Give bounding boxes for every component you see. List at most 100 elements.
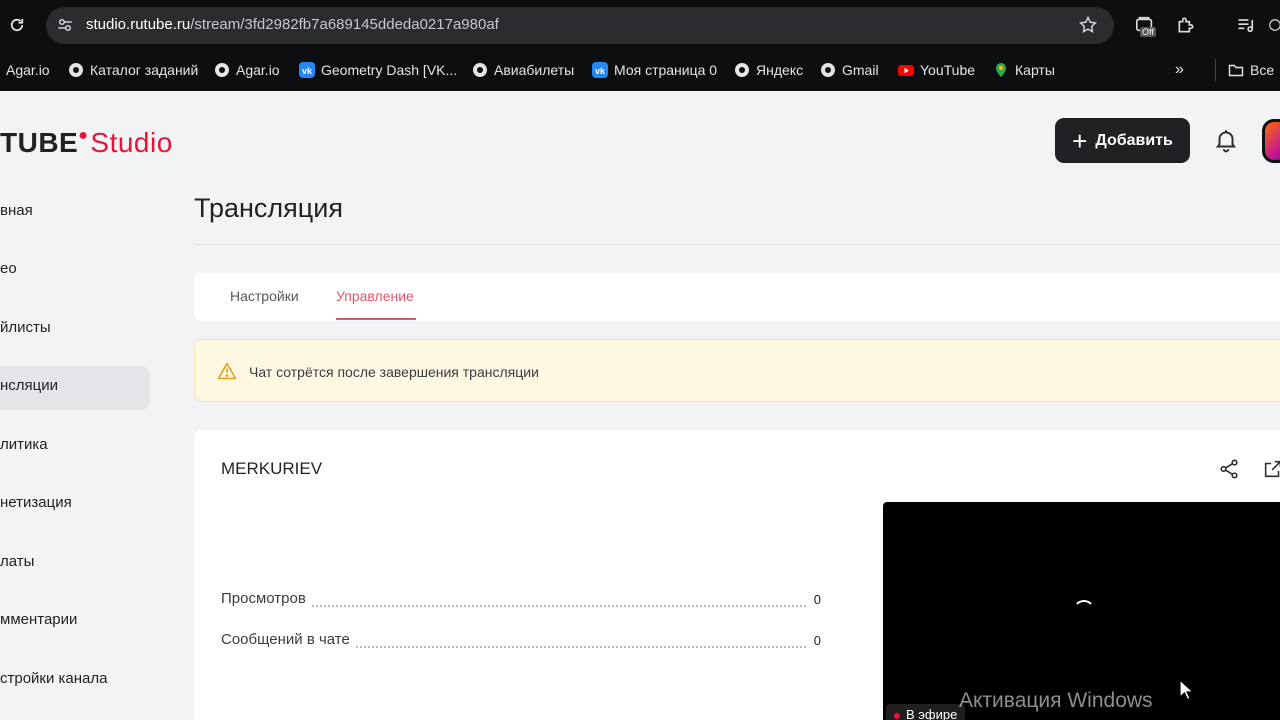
bookmark-label: Agar.io bbox=[236, 62, 280, 78]
globe-icon bbox=[69, 63, 83, 77]
logo-studio: Studio bbox=[90, 127, 173, 158]
open-external-icon[interactable] bbox=[1262, 458, 1280, 480]
sidebar-item-main[interactable]: вная bbox=[0, 191, 150, 235]
folder-icon bbox=[1228, 64, 1244, 77]
bookmark-label: Каталог заданий bbox=[90, 62, 199, 78]
profile-icon[interactable] bbox=[1268, 15, 1280, 35]
sidebar-item-streams[interactable]: нсляции bbox=[0, 366, 150, 410]
dotted-leader bbox=[221, 605, 821, 607]
live-badge: В эфире bbox=[886, 704, 966, 720]
stream-card: MERKURIEV Просмотров 0 Сообщений в чате … bbox=[194, 430, 1280, 720]
bookmark-geometry-dash[interactable]: vk Geometry Dash [VK... bbox=[299, 59, 457, 81]
windows-activation-watermark: Активация Windows bbox=[959, 689, 1153, 712]
page-title: Трансляция bbox=[194, 193, 343, 223]
rutube-studio-logo[interactable]: TUBE●Studio bbox=[0, 127, 173, 159]
warning-icon bbox=[217, 362, 237, 380]
bookmark-label: YouTube bbox=[920, 62, 976, 78]
sidebar-item-video[interactable]: ео bbox=[0, 249, 150, 293]
youtube-icon bbox=[898, 65, 914, 76]
video-player[interactable]: В эфире Активация Windows bbox=[883, 502, 1280, 720]
notifications-bell-icon[interactable] bbox=[1213, 127, 1239, 153]
sidebar-item-playlists[interactable]: йлисты bbox=[0, 308, 150, 352]
bookmark-label: Gmail bbox=[842, 62, 879, 78]
chat-warning-alert: Чат сотрётся после завершения трансляции bbox=[194, 339, 1280, 402]
alert-text: Чат сотрётся после завершения трансляции bbox=[249, 364, 539, 380]
media-control-icon[interactable] bbox=[1236, 15, 1256, 35]
reload-icon[interactable] bbox=[8, 16, 26, 34]
bookmark-label: Моя страница 0 bbox=[614, 62, 718, 78]
stat-value: 0 bbox=[807, 633, 821, 648]
logo-main: TUBE bbox=[0, 127, 79, 158]
bookmark-yandex[interactable]: Яндекс bbox=[734, 59, 803, 81]
sidebar-item-label: литика bbox=[0, 436, 48, 453]
stat-value: 0 bbox=[807, 592, 821, 607]
add-button[interactable]: + Добавить bbox=[1055, 118, 1190, 163]
sidebar-item-label: ео bbox=[0, 260, 17, 277]
url-text[interactable]: studio.rutube.ru/stream/3fd2982fb7a68914… bbox=[86, 16, 499, 33]
vk-icon: vk bbox=[592, 62, 608, 78]
live-dot-icon bbox=[894, 713, 900, 719]
title-divider bbox=[194, 244, 1280, 245]
globe-icon bbox=[735, 63, 749, 77]
sidebar-item-label: латы bbox=[0, 553, 35, 570]
bookmark-label: Карты bbox=[1015, 62, 1055, 78]
plus-icon: + bbox=[1072, 125, 1088, 156]
bookmark-youtube[interactable]: YouTube bbox=[898, 59, 975, 81]
bookmark-agar[interactable]: Agar.io bbox=[6, 59, 50, 81]
browser-chrome: studio.rutube.ru/stream/3fd2982fb7a68914… bbox=[0, 0, 1280, 91]
vk-icon: vk bbox=[299, 62, 315, 78]
stat-label: Просмотров bbox=[221, 590, 310, 607]
sidebar-item-channel-settings[interactable]: стройки канала bbox=[0, 659, 150, 703]
stat-label: Сообщений в чате bbox=[221, 631, 354, 648]
chevron-double-right-icon: » bbox=[1175, 61, 1184, 78]
live-badge-label: В эфире bbox=[906, 707, 958, 720]
extension-off-icon[interactable]: Off bbox=[1134, 14, 1160, 40]
tab-settings[interactable]: Настройки bbox=[230, 288, 299, 304]
bookmark-label: Яндекс bbox=[756, 62, 804, 78]
sidebar-item-payments[interactable]: латы bbox=[0, 542, 150, 586]
sidebar-item-label: стройки канала bbox=[0, 670, 108, 687]
sidebar-item-label: мментарии bbox=[0, 611, 78, 628]
bookmark-label: Авиабилеты bbox=[494, 62, 575, 78]
bookmark-label: Agar.io bbox=[6, 62, 50, 78]
url-host: studio.rutube.ru bbox=[86, 16, 191, 33]
tabs-bar: Настройки Управление bbox=[194, 273, 1280, 321]
loading-spinner-icon bbox=[1073, 600, 1095, 622]
sidebar-item-label: йлисты bbox=[0, 319, 51, 336]
bookmark-my-page[interactable]: vk Моя страница 0 bbox=[592, 59, 717, 81]
bookmark-label: Geometry Dash [VK... bbox=[321, 62, 458, 78]
site-settings-icon[interactable] bbox=[56, 16, 74, 34]
extensions-puzzle-icon[interactable] bbox=[1176, 15, 1196, 35]
all-bookmarks-folder[interactable]: Все bbox=[1228, 59, 1274, 81]
sidebar-item-label: нсляции bbox=[0, 377, 59, 394]
bookmark-aviabilety[interactable]: Авиабилеты bbox=[472, 59, 574, 81]
add-button-label: Добавить bbox=[1095, 131, 1173, 149]
rutube-studio-app: TUBE●Studio + Добавить вная ео йлисты нс… bbox=[0, 91, 1280, 720]
address-row: studio.rutube.ru/stream/3fd2982fb7a68914… bbox=[0, 0, 1280, 52]
tab-management[interactable]: Управление bbox=[336, 288, 414, 304]
stat-views: Просмотров 0 bbox=[221, 590, 821, 612]
bookmark-agar-2[interactable]: Agar.io bbox=[214, 59, 280, 81]
bookmark-gmail[interactable]: Gmail bbox=[820, 59, 879, 81]
bookmarks-more-button[interactable]: » bbox=[1175, 59, 1184, 81]
avatar[interactable] bbox=[1262, 119, 1280, 163]
mouse-cursor-icon bbox=[1179, 679, 1195, 701]
svg-text:vk: vk bbox=[595, 66, 606, 76]
sidebar-item-analytics[interactable]: литика bbox=[0, 425, 150, 469]
sidebar-item-label: вная bbox=[0, 202, 33, 219]
bookmarks-divider bbox=[1215, 59, 1216, 81]
bookmark-star-icon[interactable] bbox=[1078, 15, 1098, 35]
logo-dot: ● bbox=[78, 127, 89, 144]
bookmark-maps[interactable]: Карты bbox=[993, 59, 1055, 81]
active-tab-underline bbox=[336, 318, 416, 320]
globe-icon bbox=[821, 63, 835, 77]
share-icon[interactable] bbox=[1218, 458, 1240, 480]
bookmark-catalog[interactable]: Каталог заданий bbox=[68, 59, 198, 81]
sidebar-item-label: нетизация bbox=[0, 494, 72, 511]
address-bar[interactable]: studio.rutube.ru/stream/3fd2982fb7a68914… bbox=[46, 7, 1114, 44]
extension-badge: Off bbox=[1140, 27, 1156, 37]
sidebar-item-comments[interactable]: мментарии bbox=[0, 600, 150, 644]
maps-icon bbox=[996, 63, 1006, 77]
svg-text:vk: vk bbox=[302, 66, 313, 76]
sidebar-item-monetization[interactable]: нетизация bbox=[0, 483, 150, 527]
